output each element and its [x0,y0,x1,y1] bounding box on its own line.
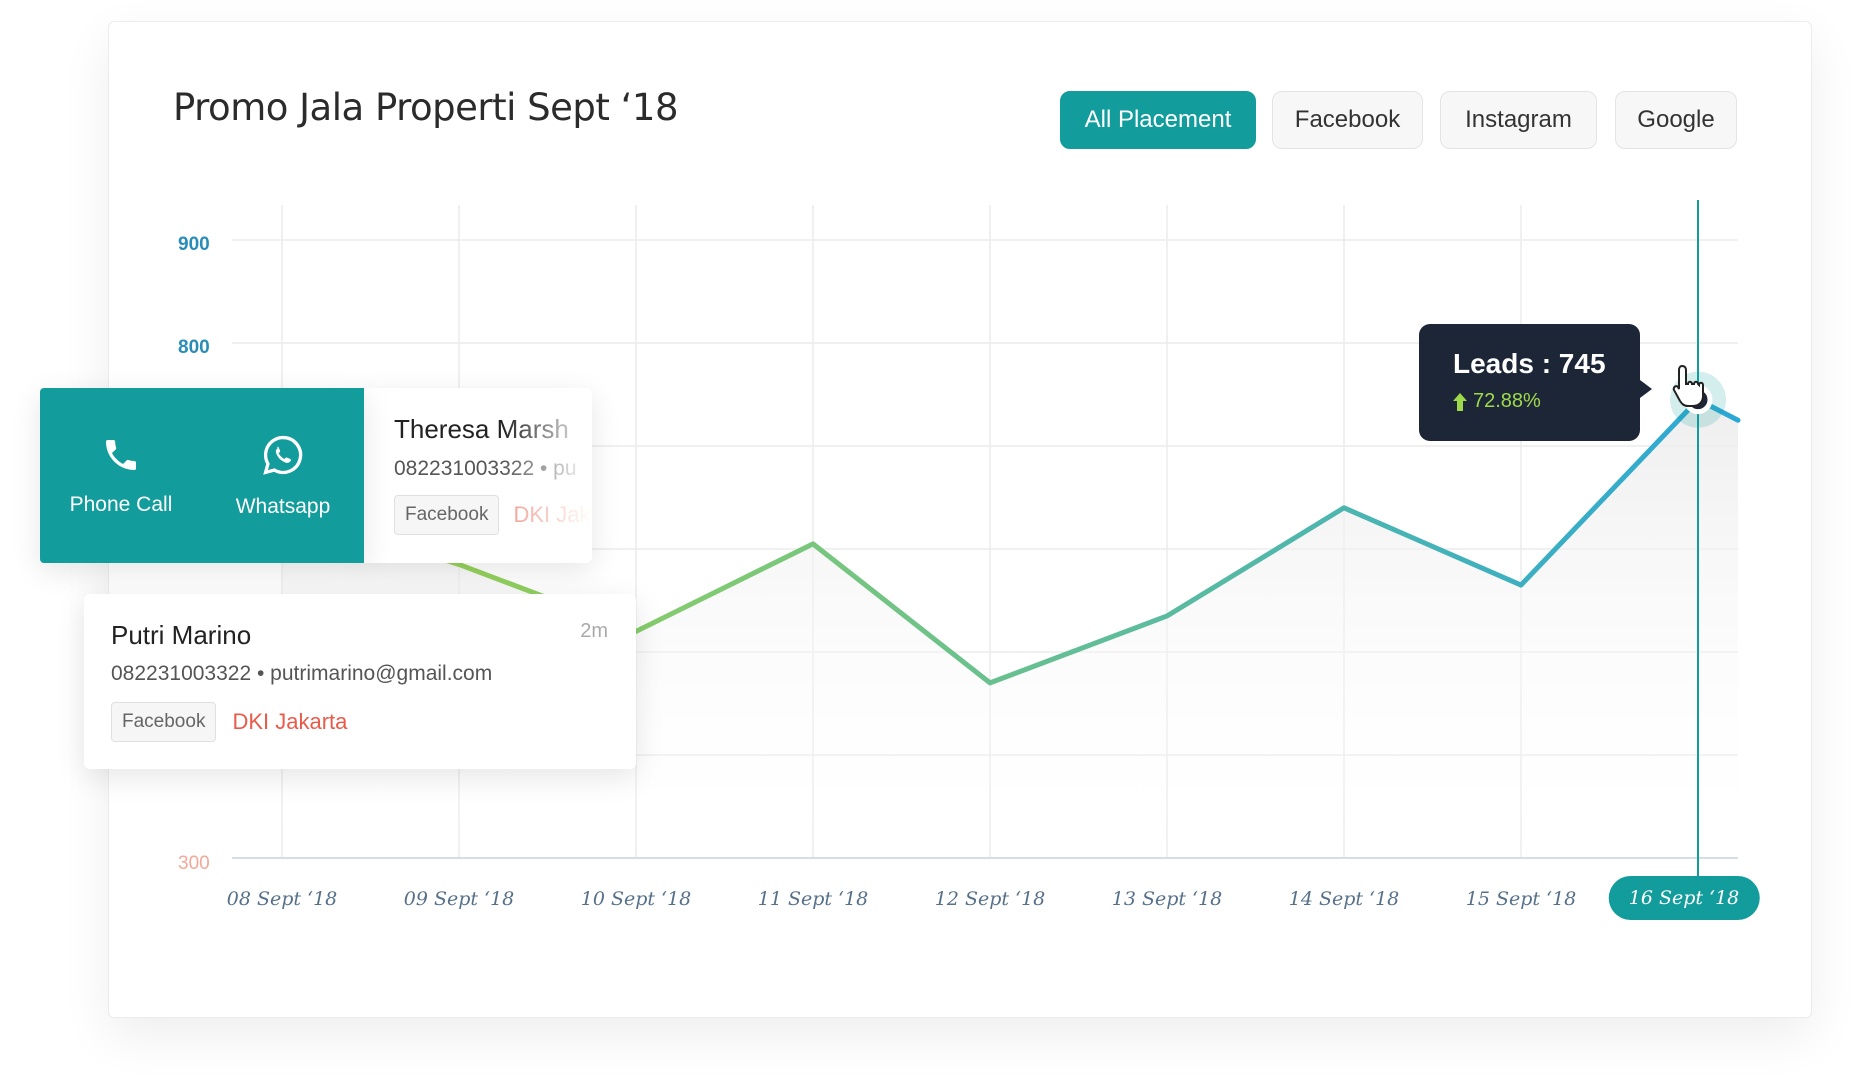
data-point[interactable] [1164,613,1170,619]
x-tick-label: 13 Sept ‘18 [1111,888,1223,910]
tooltip-change-value: 72.88% [1473,390,1541,412]
arrow-up-icon [1453,392,1467,411]
lead-source-badge: Facebook [394,495,500,535]
x-tick-label: 14 Sept ‘18 [1288,888,1400,910]
lead-location: DKI Jakarta [232,709,348,734]
data-point[interactable] [810,541,816,547]
data-point[interactable] [1341,505,1347,511]
phone-call-label: Phone Call [69,492,173,516]
tooltip-change: 72.88% [1453,390,1640,413]
lead-contact: 082231003322 • pu [394,457,577,480]
x-tick-label: 10 Sept ‘18 [580,888,692,910]
data-point[interactable] [987,680,993,686]
x-tick-label-selected[interactable]: 16 Sept ‘18 [1608,876,1760,920]
lead-name: Putri Marino [111,620,252,650]
contact-actions: Phone Call Whatsapp [40,388,364,563]
y-tick-label: 300 [178,853,210,874]
whatsapp-label: Whatsapp [235,494,331,518]
lead-card[interactable]: Putri Marino 2m 082231003322 • putrimari… [84,594,636,769]
lead-time: 2m [580,620,608,642]
data-point[interactable] [1518,582,1524,588]
x-tick-label: 11 Sept ‘18 [757,888,869,910]
lead-name: Theresa Marsh [394,414,569,444]
whatsapp-icon [263,435,303,475]
x-tick-label: 12 Sept ‘18 [934,888,1046,910]
leads-tooltip: Leads : 745 72.88% [1419,324,1652,441]
y-tick-label: 900 [178,234,210,255]
whatsapp-button[interactable]: Whatsapp [202,388,364,563]
lead-contact: 082231003322 • putrimarino@gmail.com [111,662,493,685]
phone-icon [106,439,136,470]
lead-location: DKI Jak [513,502,591,527]
x-tick-label: 09 Sept ‘18 [403,888,515,910]
y-tick-label: 800 [178,337,210,358]
phone-call-button[interactable]: Phone Call [40,388,202,563]
x-tick-label: 15 Sept ‘18 [1465,888,1577,910]
lead-card[interactable]: Theresa Marsh 082231003322 • pu Facebook… [360,388,592,563]
lead-source-badge: Facebook [111,702,217,742]
tooltip-value: Leads : 745 [1453,348,1606,379]
x-tick-label: 08 Sept ‘18 [226,888,338,910]
